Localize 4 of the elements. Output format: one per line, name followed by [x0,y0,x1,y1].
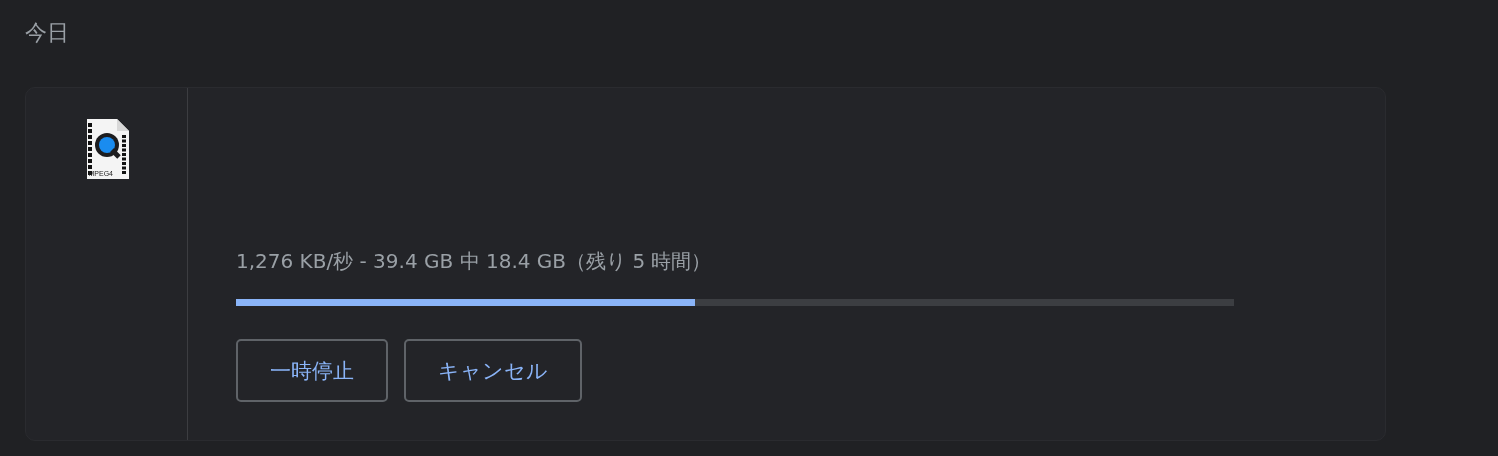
section-heading: 今日 [25,19,69,47]
action-button[interactable]: キャンセル [404,339,582,402]
action-button[interactable]: 一時停止 [236,339,388,402]
download-status: 1,276 KB/秒 - 39.4 GB 中 18.4 GB（残り 5 時間） [236,248,712,274]
